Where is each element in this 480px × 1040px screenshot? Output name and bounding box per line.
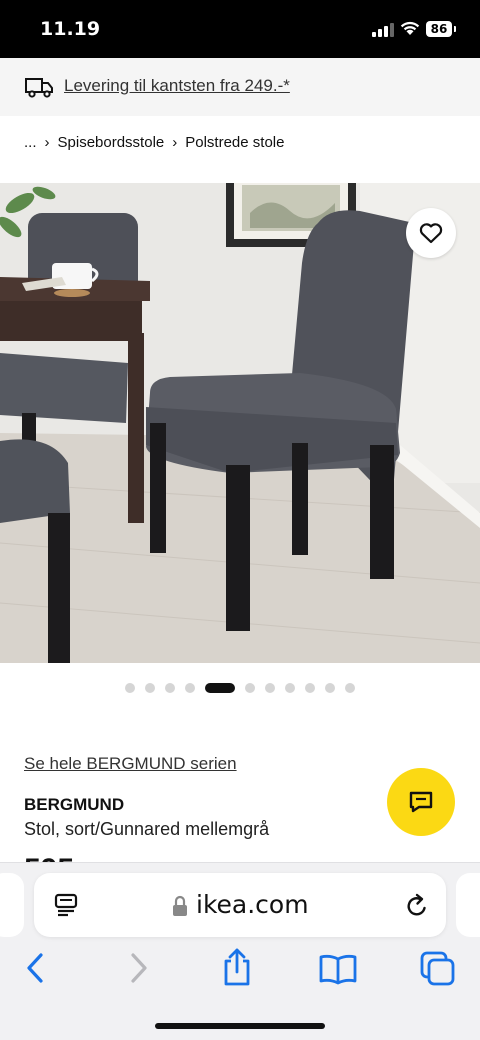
product-image[interactable] — [0, 183, 480, 663]
bookmarks-icon[interactable] — [318, 953, 358, 985]
breadcrumb-more[interactable]: ... — [24, 134, 37, 151]
previous-tab-peek[interactable] — [0, 873, 24, 937]
lock-icon — [173, 895, 187, 916]
reader-icon[interactable] — [54, 893, 78, 917]
carousel-dot[interactable] — [125, 683, 135, 693]
favorite-button[interactable] — [406, 208, 456, 258]
carousel-dot[interactable] — [345, 683, 355, 693]
carousel-dot[interactable] — [145, 683, 155, 693]
product-description: Stol, sort/Gunnared mellemgrå — [24, 819, 270, 839]
battery-tip — [454, 26, 456, 32]
product-name: BERGMUND — [24, 795, 125, 814]
chat-button[interactable] — [387, 768, 455, 836]
delivery-link[interactable]: Levering til kantsten fra 249.-* — [64, 76, 290, 96]
breadcrumb-separator: › — [172, 134, 178, 151]
status-time: 11.19 — [40, 18, 101, 40]
carousel-dot[interactable] — [245, 683, 255, 693]
carousel-dot[interactable] — [185, 683, 195, 693]
product-price: 595 — [24, 848, 74, 862]
back-icon[interactable] — [24, 951, 46, 985]
tabs-icon[interactable] — [420, 951, 456, 987]
status-bar: 11.19 86 — [0, 0, 480, 58]
carousel-dot[interactable] — [165, 683, 175, 693]
url-text: ikea.com — [196, 890, 309, 919]
share-icon[interactable] — [220, 947, 254, 987]
truck-icon — [25, 78, 53, 98]
battery-indicator: 86 — [426, 21, 452, 37]
browser-bar: ikea.com — [0, 862, 480, 1040]
chat-icon — [409, 791, 433, 813]
breadcrumb-polstrede-stole[interactable]: Polstrede stole — [185, 134, 284, 151]
breadcrumb: ... › Spisebordsstole › Polstrede stole — [24, 134, 284, 151]
home-indicator — [155, 1023, 325, 1029]
breadcrumb-spisebordsstole[interactable]: Spisebordsstole — [58, 134, 165, 151]
address-bar[interactable]: ikea.com — [34, 873, 446, 937]
heart-icon — [419, 223, 443, 244]
wifi-icon — [400, 21, 420, 35]
carousel-dot-active[interactable] — [205, 683, 235, 693]
reload-icon[interactable] — [404, 893, 430, 919]
carousel-dot[interactable] — [265, 683, 275, 693]
delivery-banner[interactable]: Levering til kantsten fra 249.-* — [0, 58, 480, 116]
series-link[interactable]: Se hele BERGMUND serien — [24, 754, 237, 774]
forward-icon[interactable] — [128, 951, 150, 985]
chair-photo — [0, 183, 480, 663]
next-tab-peek[interactable] — [456, 873, 480, 937]
carousel-dot[interactable] — [325, 683, 335, 693]
cellular-signal-icon — [372, 23, 394, 37]
carousel-indicator — [0, 682, 480, 694]
carousel-dot[interactable] — [305, 683, 315, 693]
carousel-dot[interactable] — [285, 683, 295, 693]
breadcrumb-separator: › — [44, 134, 50, 151]
